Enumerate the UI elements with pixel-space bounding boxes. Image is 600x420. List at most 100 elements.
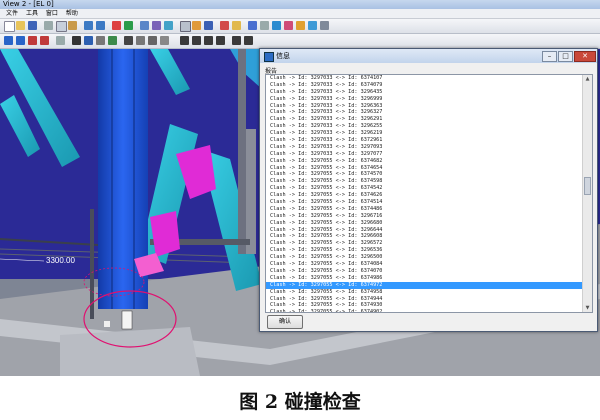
- clash-point: [121, 310, 133, 330]
- zoom-icon[interactable]: [140, 21, 149, 30]
- measure-icon[interactable]: [308, 21, 317, 30]
- clash-report-row[interactable]: Clash -> Id: 3297033 <-> Id: 3297093: [266, 144, 582, 151]
- annotation-tool-icon[interactable]: [244, 36, 253, 45]
- clash-report-row[interactable]: Clash -> Id: 3297033 <-> Id: 3296255: [266, 123, 582, 130]
- clash-report-row[interactable]: Clash -> Id: 3297055 <-> Id: 6374070: [266, 268, 582, 275]
- scroll-thumb[interactable]: [584, 177, 591, 195]
- snap-icon[interactable]: [272, 21, 281, 30]
- clash-report-row[interactable]: Clash -> Id: 3297055 <-> Id: 3296500: [266, 254, 582, 261]
- beam-tool-icon[interactable]: [56, 36, 65, 45]
- clash-report-row[interactable]: Clash -> Id: 3297033 <-> Id: 3296435: [266, 89, 582, 96]
- vertical-scrollbar[interactable]: ▲ ▼: [582, 75, 592, 312]
- report-icon[interactable]: [284, 21, 293, 30]
- clash-report-row[interactable]: Clash -> Id: 3297055 <-> Id: 3296572: [266, 240, 582, 247]
- save-icon[interactable]: [28, 21, 37, 30]
- minimize-icon[interactable]: –: [542, 51, 557, 62]
- clash-point: [104, 321, 110, 327]
- clash-report-row[interactable]: Clash -> Id: 3297055 <-> Id: 3296680: [266, 220, 582, 227]
- grid-icon[interactable]: [260, 21, 269, 30]
- clash-report-row[interactable]: Clash -> Id: 3297055 <-> Id: 6374654: [266, 165, 582, 172]
- copy-icon[interactable]: [56, 21, 67, 32]
- arrow-tool-icon[interactable]: [40, 36, 49, 45]
- confirm-button[interactable]: 确认: [267, 315, 303, 329]
- menu-window[interactable]: 窗口: [46, 10, 58, 17]
- menu-bar: 文件 工具 窗口 帮助: [0, 9, 600, 19]
- clash-report-row[interactable]: Clash -> Id: 3297055 <-> Id: 6374958: [266, 289, 582, 296]
- redo-icon[interactable]: [96, 21, 105, 30]
- clash-report-row[interactable]: Clash -> Id: 3297055 <-> Id: 6374514: [266, 199, 582, 206]
- clash-report-row[interactable]: Clash -> Id: 3297055 <-> Id: 6374084: [266, 261, 582, 268]
- clash-report-row[interactable]: Clash -> Id: 3297055 <-> Id: 3296644: [266, 227, 582, 234]
- rotate-icon[interactable]: [152, 21, 161, 30]
- dimension-tool-icon[interactable]: [232, 36, 241, 45]
- clash-report-row[interactable]: Clash -> Id: 3297033 <-> Id: 3296327: [266, 109, 582, 116]
- menu-tools[interactable]: 工具: [26, 10, 38, 17]
- clash-report-row[interactable]: Clash -> Id: 3297033 <-> Id: 6372961: [266, 137, 582, 144]
- foundation-block: [60, 327, 200, 376]
- scroll-down-icon[interactable]: ▼: [583, 304, 592, 312]
- mirror-tool-icon[interactable]: [204, 36, 213, 45]
- settings-icon[interactable]: [320, 21, 329, 30]
- clash-report-row[interactable]: Clash -> Id: 3297055 <-> Id: 6374598: [266, 178, 582, 185]
- split-tool-icon[interactable]: [148, 36, 157, 45]
- clash-report-row[interactable]: Clash -> Id: 3297055 <-> Id: 3296716: [266, 213, 582, 220]
- maximize-icon[interactable]: □: [558, 51, 573, 62]
- arc-tool-icon[interactable]: [28, 36, 37, 45]
- open-icon[interactable]: [16, 21, 25, 30]
- pan-icon[interactable]: [124, 21, 133, 30]
- model-icon[interactable]: [248, 21, 257, 30]
- weld-tool-icon[interactable]: [108, 36, 117, 45]
- copy-tool-icon[interactable]: [192, 36, 201, 45]
- clash-report-row[interactable]: Clash -> Id: 3297055 <-> Id: 6374944: [266, 296, 582, 303]
- fit-view-icon[interactable]: [164, 21, 173, 30]
- bolt-tool-icon[interactable]: [96, 36, 105, 45]
- paste-icon[interactable]: [68, 21, 77, 30]
- clash-report-row[interactable]: Clash -> Id: 3297055 <-> Id: 6374570: [266, 171, 582, 178]
- clash-report-row[interactable]: Clash -> Id: 3297033 <-> Id: 3296291: [266, 116, 582, 123]
- menu-help[interactable]: 帮助: [66, 10, 78, 17]
- fitting-tool-icon[interactable]: [136, 36, 145, 45]
- clash-report-row[interactable]: Clash -> Id: 3297033 <-> Id: 6374107: [266, 75, 582, 82]
- clash-report-list[interactable]: Clash -> Id: 3297033 <-> Id: 6374107 Clas…: [265, 74, 593, 313]
- shaded-icon[interactable]: [192, 21, 201, 30]
- plate-tool-icon[interactable]: [84, 36, 93, 45]
- cut-icon[interactable]: [44, 21, 53, 30]
- column-tool-icon[interactable]: [72, 36, 81, 45]
- clash-report-row[interactable]: Clash -> Id: 3297055 <-> Id: 6374930: [266, 302, 582, 309]
- clash-report-row[interactable]: Clash -> Id: 3297055 <-> Id: 6374986: [266, 275, 582, 282]
- close-icon[interactable]: ✕: [574, 51, 596, 62]
- clash-report-row[interactable]: Clash -> Id: 3297055 <-> Id: 6374972: [266, 281, 582, 289]
- wireframe-icon[interactable]: [180, 21, 191, 32]
- move-tool-icon[interactable]: [180, 36, 189, 45]
- undo-icon[interactable]: [84, 21, 93, 30]
- dimension-label: 3300.00: [46, 256, 75, 265]
- dialog-title-bar: 信息 – □ ✕: [260, 49, 597, 63]
- clash-report-row[interactable]: Clash -> Id: 3297033 <-> Id: 3297077: [266, 151, 582, 158]
- steel-post: [238, 49, 246, 254]
- clash-report-row[interactable]: Clash -> Id: 3297055 <-> Id: 6374626: [266, 192, 582, 199]
- clash-report-row[interactable]: Clash -> Id: 3297033 <-> Id: 6374079: [266, 82, 582, 89]
- layer-icon[interactable]: [220, 21, 229, 30]
- clash-report-row[interactable]: Clash -> Id: 3297033 <-> Id: 3296363: [266, 103, 582, 110]
- menu-file[interactable]: 文件: [6, 10, 18, 17]
- select-icon[interactable]: [112, 21, 121, 30]
- line-tool-icon[interactable]: [4, 36, 13, 45]
- dialog-title: 信息: [276, 52, 290, 60]
- clash-report-row[interactable]: Clash -> Id: 3297055 <-> Id: 3296608: [266, 233, 582, 240]
- clash-report-row[interactable]: Clash -> Id: 3297033 <-> Id: 3296219: [266, 130, 582, 137]
- clash-report-row[interactable]: Clash -> Id: 3297055 <-> Id: 6374902: [266, 309, 582, 312]
- polyline-tool-icon[interactable]: [16, 36, 25, 45]
- scroll-up-icon[interactable]: ▲: [583, 75, 592, 83]
- clash-check-icon[interactable]: [296, 21, 305, 30]
- clash-report-row[interactable]: Clash -> Id: 3297055 <-> Id: 6374542: [266, 185, 582, 192]
- render-icon[interactable]: [204, 21, 213, 30]
- cut-tool-icon[interactable]: [124, 36, 133, 45]
- clash-report-row[interactable]: Clash -> Id: 3297055 <-> Id: 6374682: [266, 158, 582, 165]
- properties-icon[interactable]: [232, 21, 241, 30]
- combine-tool-icon[interactable]: [160, 36, 169, 45]
- clash-report-row[interactable]: Clash -> Id: 3297033 <-> Id: 3296999: [266, 96, 582, 103]
- new-icon[interactable]: [4, 21, 15, 32]
- clash-report-row[interactable]: Clash -> Id: 3297055 <-> Id: 6374486: [266, 206, 582, 213]
- array-tool-icon[interactable]: [216, 36, 225, 45]
- clash-report-row[interactable]: Clash -> Id: 3297055 <-> Id: 3296536: [266, 247, 582, 254]
